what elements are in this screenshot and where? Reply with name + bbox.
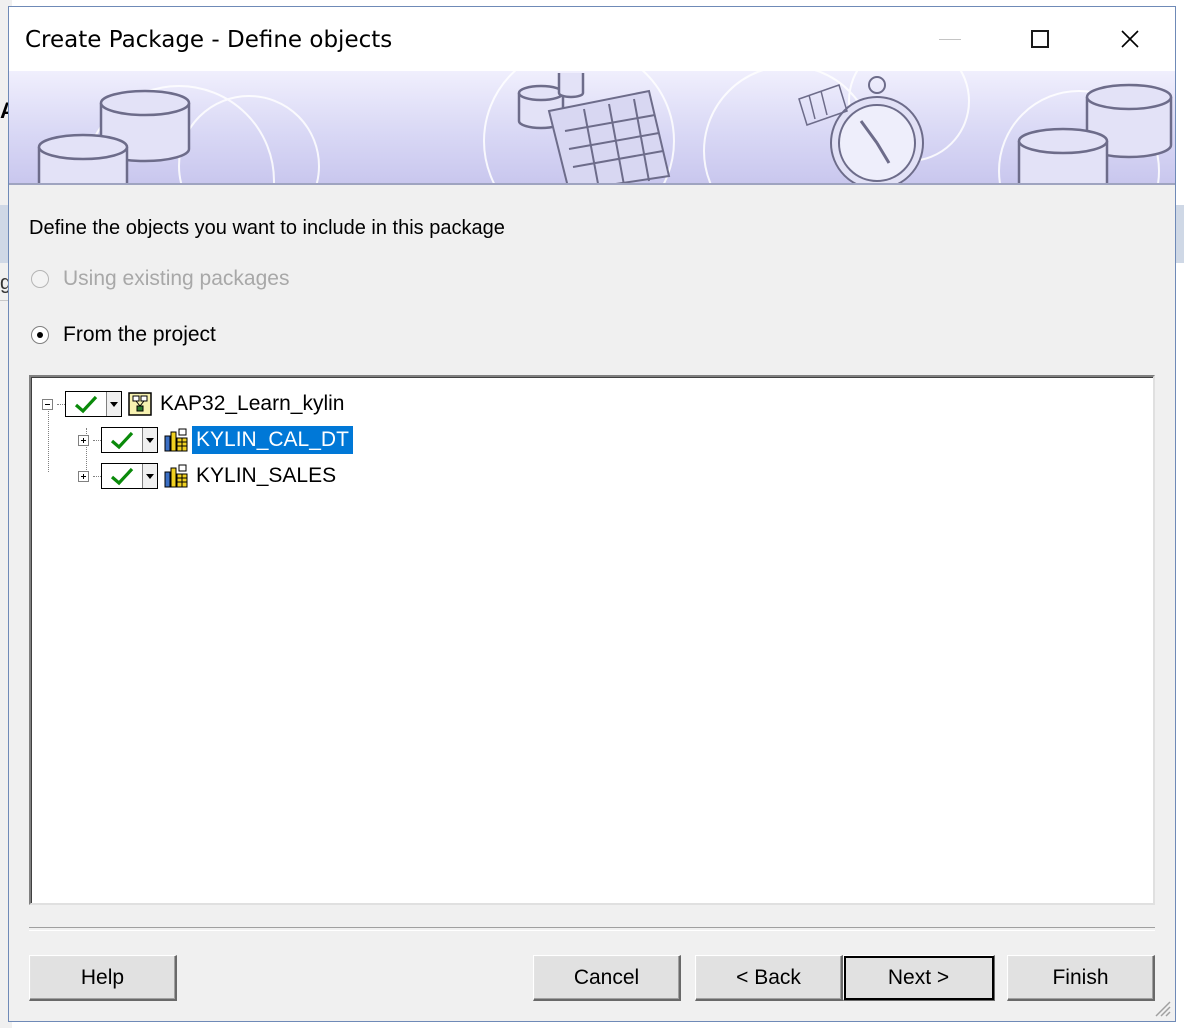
minimize-icon <box>939 38 961 40</box>
maximize-button[interactable] <box>995 7 1085 71</box>
option-from-project[interactable]: From the project <box>31 323 216 347</box>
tree-connector-h <box>93 475 101 477</box>
tree-node-kylin-sales[interactable]: KYLIN_SALES <box>78 460 340 492</box>
banner-illustration <box>37 71 1173 183</box>
check-icon <box>66 392 107 416</box>
dropdown-arrow-icon[interactable] <box>143 464 157 488</box>
option-from-project-label[interactable]: From the project <box>63 323 216 347</box>
tree-node-label[interactable]: KAP32_Learn_kylin <box>156 390 348 418</box>
finish-button[interactable]: Finish <box>1007 955 1155 1001</box>
tree-node-kylin-cal-dt[interactable]: KYLIN_CAL_DT <box>78 424 353 456</box>
table-icon <box>164 428 188 452</box>
project-icon <box>128 392 152 416</box>
minimize-button[interactable] <box>905 7 995 71</box>
close-button[interactable] <box>1085 7 1175 71</box>
expand-toggle[interactable] <box>78 434 89 446</box>
tree-node-label-selected[interactable]: KYLIN_CAL_DT <box>192 426 353 454</box>
check-icon <box>102 428 143 452</box>
banner-divider <box>9 183 1175 185</box>
include-selector-root[interactable] <box>65 391 122 417</box>
dropdown-arrow-icon[interactable] <box>107 392 121 416</box>
dropdown-arrow-icon[interactable] <box>143 428 157 452</box>
radio-from-project[interactable] <box>31 326 49 344</box>
button-separator <box>29 927 1155 931</box>
expand-toggle[interactable] <box>78 470 89 482</box>
back-button[interactable]: < Back <box>695 955 843 1001</box>
create-package-dialog: Create Package - Define objects Define t… <box>8 6 1176 1022</box>
close-icon <box>1121 30 1139 48</box>
maximize-icon <box>1031 30 1049 48</box>
tree-node-root[interactable]: KAP32_Learn_kylin <box>42 388 348 420</box>
object-tree-frame: KAP32_Learn_kylin KYLIN_CAL_DT KYLIN_SAL… <box>31 377 1153 903</box>
tree-node-label[interactable]: KYLIN_SALES <box>192 462 340 490</box>
resize-grip-icon[interactable] <box>1153 999 1171 1017</box>
option-existing-packages-label: Using existing packages <box>63 267 290 290</box>
window-title: Create Package - Define objects <box>25 27 393 53</box>
option-existing-packages: Using existing packages <box>31 267 289 291</box>
tree-connector-h <box>57 403 65 405</box>
table-icon <box>164 464 188 488</box>
radio-existing-packages <box>31 270 49 288</box>
tree-connector-h <box>93 439 101 441</box>
check-icon <box>102 464 143 488</box>
next-button[interactable]: Next > <box>843 955 995 1001</box>
help-button[interactable]: Help <box>29 955 177 1001</box>
object-tree[interactable]: KAP32_Learn_kylin KYLIN_CAL_DT KYLIN_SAL… <box>29 375 1155 905</box>
wizard-banner <box>9 71 1175 183</box>
cancel-button[interactable]: Cancel <box>533 955 681 1001</box>
instruction-text: Define the objects you want to include i… <box>29 217 505 239</box>
title-bar[interactable]: Create Package - Define objects <box>9 7 1175 71</box>
include-selector-kylin-sales[interactable] <box>101 463 158 489</box>
include-selector-kylin-cal-dt[interactable] <box>101 427 158 453</box>
collapse-toggle[interactable] <box>42 398 53 410</box>
